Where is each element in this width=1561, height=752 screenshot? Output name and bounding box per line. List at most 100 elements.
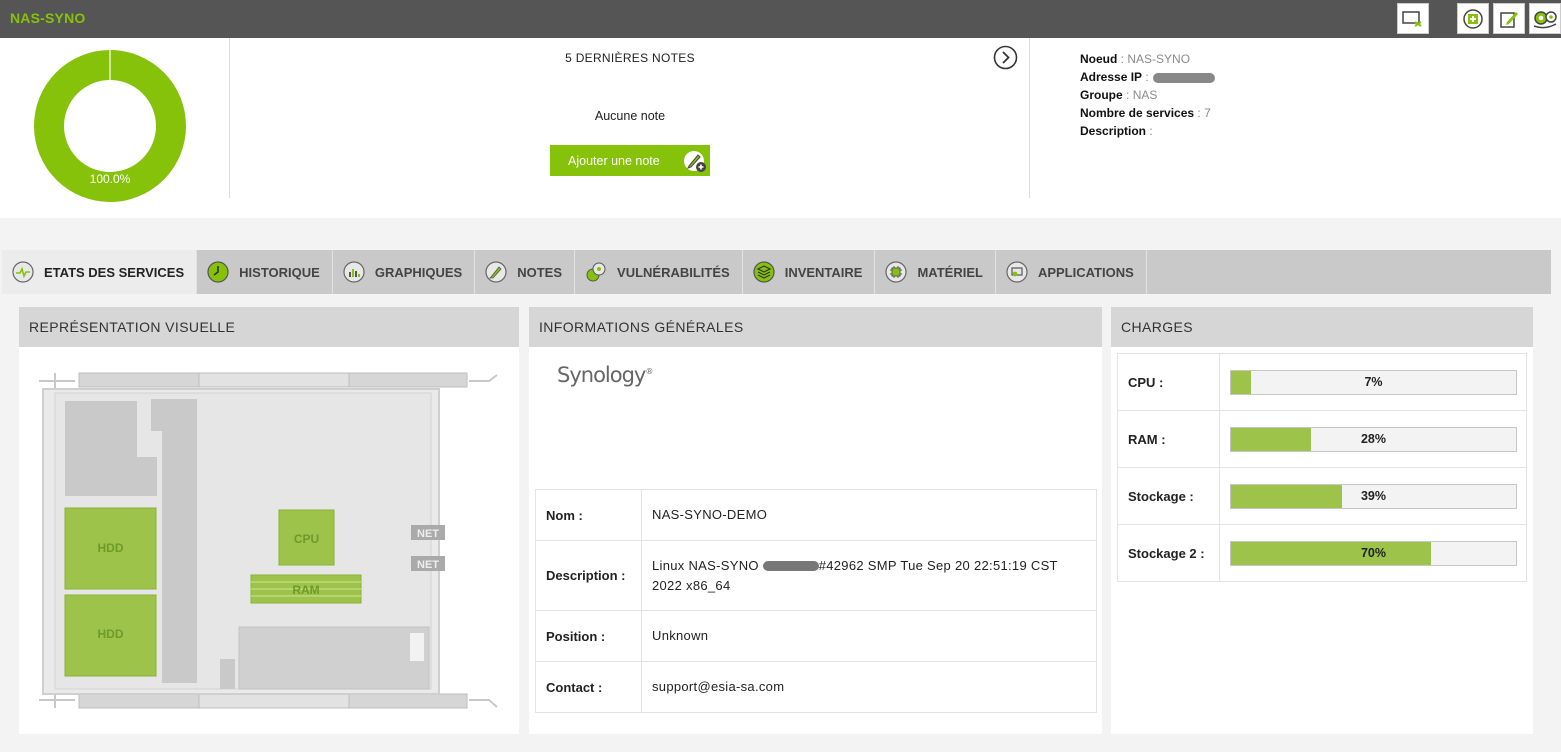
monitor-add-button[interactable] bbox=[1397, 3, 1429, 34]
tab-hardware[interactable]: MATÉRIEL bbox=[875, 250, 996, 294]
table-row: Stockage 2 : 70% bbox=[1117, 524, 1527, 582]
node-value: NAS-SYNO bbox=[1127, 52, 1191, 66]
services-row: Nombre de services : 7 bbox=[1080, 106, 1211, 120]
node-title: NAS-SYNO bbox=[10, 10, 86, 26]
storage-load-bar: 39% bbox=[1230, 483, 1517, 509]
group-row: Groupe : NAS bbox=[1080, 88, 1158, 102]
node-row: Noeud : NAS-SYNO bbox=[1080, 52, 1191, 66]
ip-row: Adresse IP : bbox=[1080, 68, 1215, 86]
table-row: Description : Linux NAS-SYNO #42962 SMP … bbox=[535, 540, 1097, 611]
bar-chart-icon bbox=[343, 261, 365, 283]
tab-label: VULNÉRABILITÉS bbox=[617, 264, 730, 280]
device-diagram: HDD HDD CPU RAM NET NET bbox=[39, 372, 498, 709]
plus-box-icon bbox=[1463, 8, 1483, 29]
chip-icon bbox=[885, 261, 908, 283]
cpu-load-bar: 7% bbox=[1230, 369, 1517, 395]
charges-table: CPU : 7% RAM : 28% Stockage : 39% Stocka… bbox=[1117, 353, 1527, 582]
notes-title: 5 DERNIÈRES NOTES bbox=[565, 51, 695, 65]
table-row: Position : Unknown bbox=[535, 610, 1097, 662]
storage2-load-label: Stockage 2 : bbox=[1117, 524, 1220, 582]
settings-button[interactable] bbox=[1529, 3, 1561, 34]
tab-inventory[interactable]: INVENTAIRE bbox=[743, 250, 876, 294]
ram-load-value: 28% bbox=[1360, 431, 1387, 446]
stack-icon bbox=[753, 261, 775, 283]
charges-title: CHARGES bbox=[1111, 307, 1533, 347]
description-value: Linux NAS-SYNO #42962 SMP Tue Sep 20 22:… bbox=[641, 540, 1097, 611]
add-service-button[interactable] bbox=[1457, 3, 1489, 34]
clock-icon bbox=[207, 261, 229, 283]
general-info-title: INFORMATIONS GÉNÉRALES bbox=[529, 307, 1102, 347]
node-summary: 100.0% 5 DERNIÈRES NOTES Aucune note Ajo… bbox=[0, 38, 1561, 218]
redacted-ip bbox=[1152, 72, 1215, 83]
ram-label: RAM bbox=[292, 583, 319, 597]
ram-load-label: RAM : bbox=[1117, 410, 1220, 468]
tab-applications[interactable]: APPLICATIONS bbox=[996, 250, 1147, 294]
redacted-text bbox=[762, 561, 819, 572]
tab-label: NOTES bbox=[517, 264, 563, 280]
tab-history[interactable]: HISTORIQUE bbox=[197, 250, 333, 294]
storage-load-label: Stockage : bbox=[1117, 467, 1220, 525]
table-row: Nom : NAS-SYNO-DEMO bbox=[535, 489, 1097, 541]
top-bar: NAS-SYNO bbox=[0, 0, 1561, 38]
storage-load-value: 39% bbox=[1360, 488, 1387, 503]
add-note-label: Ajouter une note bbox=[568, 153, 660, 168]
vendor-logo: Synology® bbox=[557, 363, 653, 387]
chevron-right-icon bbox=[993, 45, 1018, 70]
add-note-icon bbox=[684, 151, 706, 172]
hdd1-label: HDD bbox=[98, 541, 124, 555]
notes-empty-text: Aucune note bbox=[594, 109, 666, 123]
contact-value: support@esia-sa.com bbox=[641, 661, 1097, 713]
position-key: Position : bbox=[535, 610, 642, 662]
description-row: Description : bbox=[1080, 124, 1153, 138]
group-key: Groupe bbox=[1080, 88, 1123, 102]
node-key: Noeud bbox=[1080, 52, 1118, 66]
services-value: 7 bbox=[1204, 106, 1211, 120]
add-note-button[interactable]: Ajouter une note bbox=[550, 145, 710, 176]
name-value: NAS-SYNO-DEMO bbox=[641, 489, 1097, 541]
visual-panel: REPRÉSENTATION VISUELLE HDD HDD CPU RAM bbox=[19, 307, 519, 734]
tab-label: HISTORIQUE bbox=[239, 264, 320, 280]
position-value: Unknown bbox=[641, 610, 1097, 662]
storage2-load-bar: 70% bbox=[1230, 540, 1517, 566]
notes-next-button[interactable] bbox=[993, 45, 1018, 70]
group-value: NAS bbox=[1132, 88, 1158, 102]
tab-graphs[interactable]: GRAPHIQUES bbox=[333, 250, 476, 294]
net2-label: NET bbox=[417, 559, 439, 571]
table-row: Stockage : 39% bbox=[1117, 467, 1527, 525]
divider bbox=[1029, 38, 1030, 198]
availability-label: 100.0% bbox=[89, 172, 131, 186]
tab-bar: ETATS DES SERVICES HISTORIQUE GRAPHIQUES… bbox=[2, 250, 1551, 294]
heartbeat-icon bbox=[12, 261, 34, 283]
cpu-load-value: 7% bbox=[1364, 374, 1383, 389]
net1-label: NET bbox=[417, 528, 439, 540]
gears-icon bbox=[1533, 10, 1557, 28]
table-row: Contact : support@esia-sa.com bbox=[535, 661, 1097, 713]
tab-label: ETATS DES SERVICES bbox=[44, 264, 185, 280]
tab-label: INVENTAIRE bbox=[784, 264, 863, 280]
hdd2-label: HDD bbox=[98, 627, 124, 641]
tab-label: GRAPHIQUES bbox=[374, 264, 463, 280]
ip-key: Adresse IP bbox=[1080, 70, 1143, 84]
cpu-label: CPU bbox=[294, 532, 319, 546]
ram-load-bar: 28% bbox=[1230, 426, 1517, 452]
contact-key: Contact : bbox=[535, 661, 642, 713]
description-key: Description bbox=[1080, 124, 1147, 138]
divider bbox=[229, 38, 230, 198]
general-info-table: Nom : NAS-SYNO-DEMO Description : Linux … bbox=[535, 489, 1097, 713]
availability-donut: 100.0% bbox=[34, 50, 186, 202]
edit-icon bbox=[1500, 11, 1518, 28]
tab-label: APPLICATIONS bbox=[1037, 264, 1134, 280]
services-key: Nombre de services bbox=[1080, 106, 1195, 120]
vulnerability-icon bbox=[586, 262, 606, 282]
tab-label: MATÉRIEL bbox=[917, 264, 983, 280]
table-row: RAM : 28% bbox=[1117, 410, 1527, 468]
storage2-load-value: 70% bbox=[1360, 545, 1387, 560]
table-row: CPU : 7% bbox=[1117, 353, 1527, 411]
tab-service-states[interactable]: ETATS DES SERVICES bbox=[2, 250, 198, 294]
edit-button[interactable] bbox=[1493, 3, 1525, 34]
name-key: Nom : bbox=[535, 489, 642, 541]
cpu-load-label: CPU : bbox=[1117, 353, 1220, 411]
tab-notes[interactable]: NOTES bbox=[475, 250, 576, 294]
tab-vulnerabilities[interactable]: VULNÉRABILITÉS bbox=[575, 250, 743, 294]
general-info-panel: INFORMATIONS GÉNÉRALES Synology® Nom : N… bbox=[529, 307, 1102, 734]
